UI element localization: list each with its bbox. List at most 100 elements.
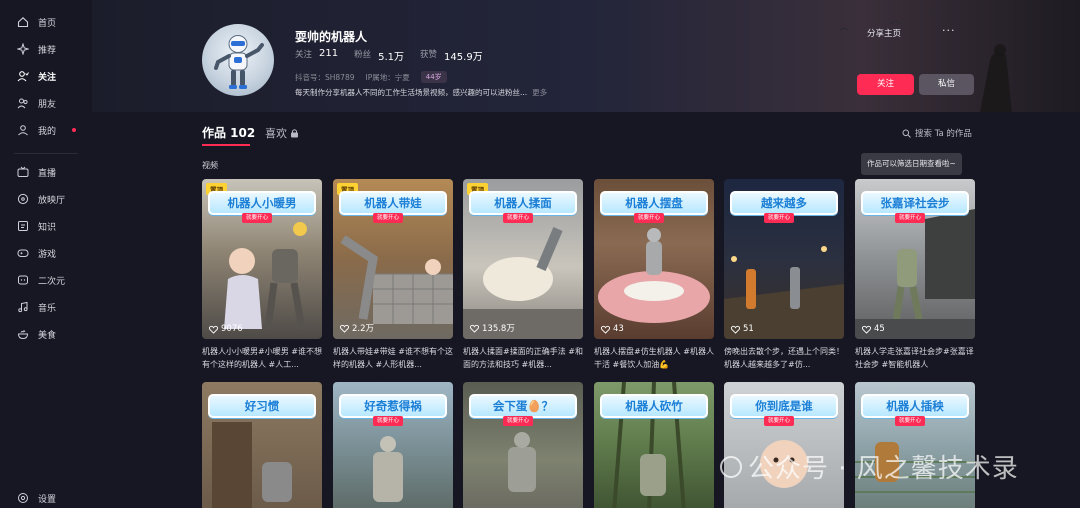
ip-location: IP属地：宁夏	[365, 72, 410, 82]
sidebar-item-live[interactable]: 直播	[0, 160, 92, 184]
search-icon	[902, 129, 911, 138]
like-count-value: 2.2万	[352, 324, 375, 334]
like-count-value: 135.8万	[482, 324, 515, 334]
bio-text: 每天制作分享机器人不同的工作生活场景视频，感兴趣的可以进粉丝...	[295, 88, 528, 97]
video-card[interactable]: 机器人砍竹	[594, 382, 714, 508]
video-thumbnail[interactable]: 机器人砍竹	[594, 382, 714, 508]
user-icon	[17, 124, 29, 136]
food-icon	[17, 328, 29, 340]
video-card[interactable]: 机器人插秧 就要开心	[855, 382, 975, 508]
more-options-button[interactable]: ···	[942, 24, 956, 37]
video-subtitle-tag: 就要开心	[503, 213, 534, 223]
sidebar-item-label: 二次元	[38, 276, 66, 287]
like-count: 51	[731, 324, 754, 334]
sidebar-item-food[interactable]: 美食	[0, 322, 92, 346]
video-card[interactable]: 机器人摆盘 就要开心 43 机器人摆盘#仿生机器人 #机器人干活 #餐饮人加油💪	[594, 179, 714, 371]
friends-icon	[17, 97, 29, 109]
video-thumbnail[interactable]: 越来越多 就要开心 51	[724, 179, 844, 339]
video-thumbnail[interactable]: 会下蛋🥚？ 就要开心	[463, 382, 583, 508]
video-description[interactable]: 机器人小小暖男#小暖男 #谁不想有个这样的机器人 #人工...	[202, 345, 322, 371]
video-thumbnail[interactable]: 机器人插秧 就要开心	[855, 382, 975, 508]
search-works[interactable]: 搜索 Ta 的作品	[902, 127, 972, 139]
follow-button[interactable]: 关注	[857, 74, 914, 95]
likes-label: 获赞	[420, 50, 438, 60]
video-thumbnail[interactable]: 置顶 机器人带娃 就要开心 2.2万	[333, 179, 453, 339]
video-card[interactable]: 好奇惹得祸 就要开心	[333, 382, 453, 508]
video-title-overlay: 机器人揉面	[469, 191, 577, 215]
sidebar-item-label: 我的	[38, 126, 57, 137]
sidebar-item-label: 首页	[38, 18, 57, 29]
sidebar-item-home[interactable]: 首页	[0, 10, 92, 34]
video-thumbnail[interactable]: 张嘉译社会步 就要开心 45	[855, 179, 975, 339]
like-count: 135.8万	[470, 322, 515, 334]
video-subtitle-tag: 就要开心	[373, 213, 404, 223]
video-card[interactable]: 你到底是谁 就要开心	[724, 382, 844, 508]
video-title-overlay: 好奇惹得祸	[339, 394, 447, 418]
message-button[interactable]: 私信	[919, 74, 974, 95]
video-thumbnail[interactable]: 置顶 机器人小暖男 就要开心 9076	[202, 179, 322, 339]
video-description[interactable]: 傍晚出去散个步，还遇上个同类！机器人越来越多了#仿...	[724, 345, 844, 371]
video-card[interactable]: 好习惯	[202, 382, 322, 508]
video-card[interactable]: 越来越多 就要开心 51 傍晚出去散个步，还遇上个同类！机器人越来越多了#仿..…	[724, 179, 844, 371]
profile-meta: 抖音号：SH8789 IP属地：宁夏 44岁	[295, 71, 458, 83]
video-thumbnail[interactable]: 机器人摆盘 就要开心 43	[594, 179, 714, 339]
video-subtitle-tag: 就要开心	[373, 416, 404, 426]
profile-stats: 关注 211 粉丝 5.1万 获赞 145.9万	[295, 48, 495, 63]
like-count: 43	[601, 324, 624, 334]
sidebar-item-friends[interactable]: 朋友	[0, 91, 92, 115]
video-description[interactable]: 机器人学走张嘉译社会步#张嘉译社会步 #智能机器人	[855, 345, 975, 371]
video-subtitle-tag: 就要开心	[634, 213, 665, 223]
sidebar-item-settings[interactable]: 设置	[0, 486, 92, 508]
following-count[interactable]: 211	[319, 48, 338, 63]
tab-likes[interactable]: 喜欢	[265, 125, 299, 141]
video-subtitle-tag: 就要开心	[764, 416, 795, 426]
video-title-overlay: 会下蛋🥚？	[469, 394, 577, 418]
avatar[interactable]	[202, 24, 274, 96]
lock-icon	[291, 129, 298, 138]
sidebar-item-label: 游戏	[38, 249, 57, 260]
age-badge: 44岁	[420, 71, 447, 83]
tab-works[interactable]: 作品 102	[202, 124, 255, 141]
video-thumbnail[interactable]: 好习惯	[202, 382, 322, 508]
banner-silhouette-decoration	[839, 11, 1012, 112]
music-icon	[17, 301, 29, 313]
video-thumbnail[interactable]: 你到底是谁 就要开心	[724, 382, 844, 508]
sidebar-item-recommend[interactable]: 推荐	[0, 37, 92, 61]
heart-icon	[601, 325, 610, 334]
tab-likes-label: 喜欢	[265, 127, 287, 140]
sidebar-item-label: 美食	[38, 330, 57, 341]
sparkle-icon	[16, 42, 30, 56]
sidebar-item-game[interactable]: 游戏	[0, 241, 92, 265]
heart-icon	[209, 325, 218, 334]
sidebar-item-mine[interactable]: 我的	[0, 118, 92, 142]
sidebar-item-knowledge[interactable]: 知识	[0, 214, 92, 238]
notification-dot	[72, 128, 76, 132]
profile-bio: 每天制作分享机器人不同的工作生活场景视频，感兴趣的可以进粉丝... 更多	[295, 87, 547, 98]
video-thumbnail[interactable]: 置顶 机器人揉面 就要开心 135.8万	[463, 179, 583, 339]
gear-icon	[17, 492, 29, 504]
video-card[interactable]: 置顶 机器人带娃 就要开心 2.2万 机器人带娃#带娃 #谁不想有个这样的机器人…	[333, 179, 453, 371]
video-card[interactable]: 张嘉译社会步 就要开心 45 机器人学走张嘉译社会步#张嘉译社会步 #智能机器人	[855, 179, 975, 371]
watermark: 公众号 · 风之馨技术录	[720, 448, 1019, 485]
share-profile-button[interactable]: 分享主页	[867, 27, 901, 39]
like-count-value: 45	[874, 324, 885, 334]
sidebar-item-following[interactable]: 关注	[0, 64, 92, 88]
live-icon	[17, 166, 29, 178]
video-title-overlay: 你到底是谁	[730, 394, 838, 418]
video-subtitle-tag: 就要开心	[503, 416, 534, 426]
video-card[interactable]: 会下蛋🥚？ 就要开心	[463, 382, 583, 508]
video-description[interactable]: 机器人摆盘#仿生机器人 #机器人干活 #餐饮人加油💪	[594, 345, 714, 371]
home-icon	[17, 16, 29, 28]
sidebar-item-anime[interactable]: 二次元	[0, 268, 92, 292]
video-card[interactable]: 置顶 机器人小暖男 就要开心 9076 机器人小小暖男#小暖男 #谁不想有个这样…	[202, 179, 322, 371]
video-card[interactable]: 置顶 机器人揉面 就要开心 135.8万 机器人揉面#揉面的正确手法 #和面的方…	[463, 179, 583, 371]
video-description[interactable]: 机器人带娃#带娃 #谁不想有个这样的机器人 #人形机器...	[333, 345, 453, 371]
video-thumbnail[interactable]: 好奇惹得祸 就要开心	[333, 382, 453, 508]
video-description[interactable]: 机器人揉面#揉面的正确手法 #和面的方法和技巧 #机器...	[463, 345, 583, 371]
fans-count[interactable]: 5.1万	[378, 48, 404, 63]
bio-more-link[interactable]: 更多	[532, 88, 547, 97]
sidebar-item-cinema[interactable]: 放映厅	[0, 187, 92, 211]
sidebar-item-label: 推荐	[38, 45, 57, 56]
sidebar-item-label: 放映厅	[38, 195, 66, 206]
sidebar-item-music[interactable]: 音乐	[0, 295, 92, 319]
